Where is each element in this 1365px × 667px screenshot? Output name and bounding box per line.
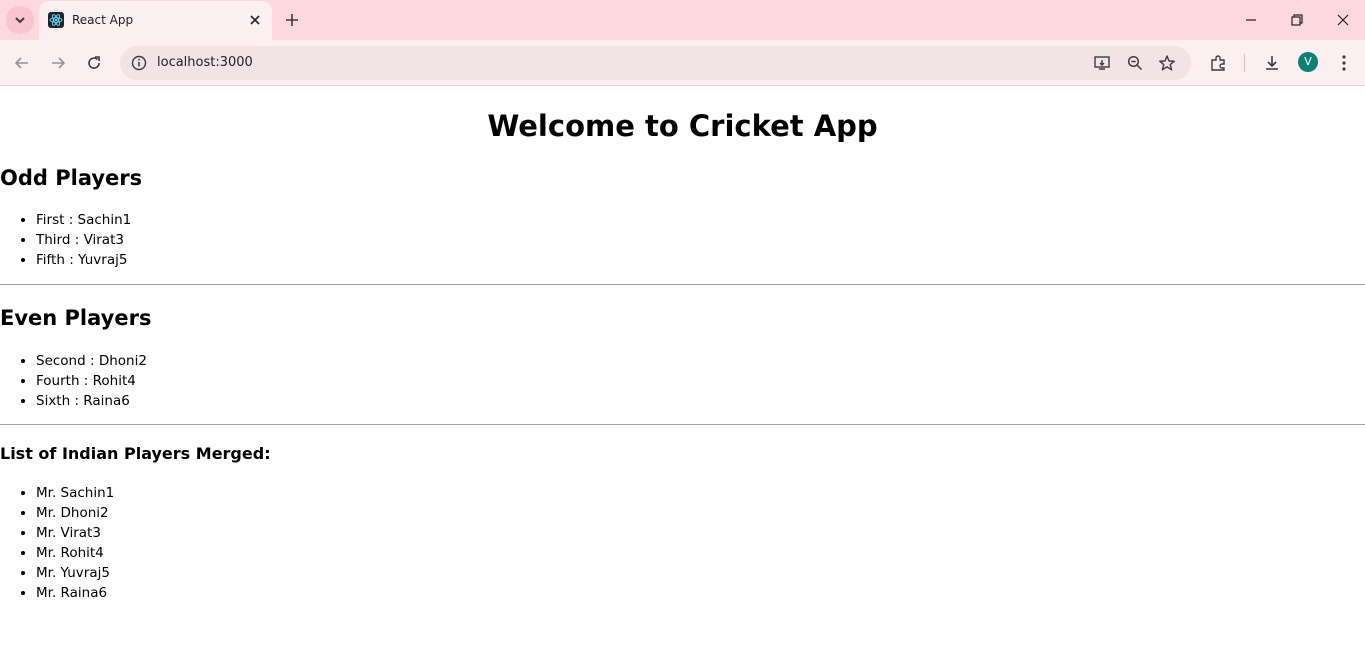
divider [0, 424, 1365, 425]
list-item: Fourth : Rohit4 [36, 371, 147, 391]
tab-active[interactable]: React App [39, 1, 272, 40]
zoom-out-icon[interactable] [1126, 54, 1144, 72]
list-item: Fifth : Yuvraj5 [36, 250, 131, 270]
list-item: Mr. Raina6 [36, 583, 114, 603]
odd-players-heading: Odd Players [0, 166, 143, 190]
site-info-icon[interactable] [130, 54, 148, 72]
divider [0, 284, 1365, 285]
restore-icon[interactable] [1287, 10, 1307, 30]
list-item: Mr. Yuvraj5 [36, 563, 114, 583]
profile-avatar[interactable]: V [1298, 52, 1318, 72]
forward-arrow-icon[interactable] [48, 53, 68, 73]
new-tab-plus-icon[interactable] [283, 11, 301, 29]
page-content: Welcome to Cricket App Odd Players First… [0, 87, 1365, 667]
chevron-down-icon [15, 17, 25, 24]
list-item: Third : Virat3 [36, 230, 131, 250]
tab-strip: React App [0, 0, 1365, 40]
list-item: Second : Dhoni2 [36, 351, 147, 371]
toolbar-divider [1244, 54, 1245, 72]
list-item: First : Sachin1 [36, 210, 131, 230]
window-close-icon[interactable] [1333, 10, 1353, 30]
list-item: Mr. Rohit4 [36, 543, 114, 563]
react-logo-icon [48, 12, 64, 28]
odd-players-list: First : Sachin1 Third : Virat3 Fifth : Y… [0, 210, 131, 270]
download-icon[interactable] [1262, 53, 1282, 73]
address-bar[interactable]: localhost:3000 [120, 46, 1191, 80]
url-text[interactable]: localhost:3000 [157, 55, 253, 70]
list-item: Sixth : Raina6 [36, 391, 147, 411]
back-arrow-icon[interactable] [12, 53, 32, 73]
tab-search-button[interactable] [6, 6, 34, 34]
tab-title: React App [72, 13, 134, 27]
merged-players-list: Mr. Sachin1 Mr. Dhoni2 Mr. Virat3 Mr. Ro… [0, 483, 114, 603]
page-title: Welcome to Cricket App [487, 109, 878, 143]
list-item: Mr. Sachin1 [36, 483, 114, 503]
list-item: Mr. Virat3 [36, 523, 114, 543]
close-icon[interactable] [247, 12, 263, 28]
reload-icon[interactable] [84, 53, 104, 73]
kebab-menu-icon[interactable] [1334, 53, 1354, 73]
bookmark-star-icon[interactable] [1158, 54, 1176, 72]
merged-players-heading: List of Indian Players Merged: [0, 444, 271, 463]
minimize-icon[interactable] [1241, 10, 1261, 30]
browser-toolbar: localhost:3000 V [0, 40, 1365, 86]
extensions-puzzle-icon[interactable] [1208, 53, 1228, 73]
even-players-heading: Even Players [0, 306, 152, 330]
list-item: Mr. Dhoni2 [36, 503, 114, 523]
install-app-icon[interactable] [1093, 54, 1111, 72]
even-players-list: Second : Dhoni2 Fourth : Rohit4 Sixth : … [0, 351, 147, 411]
